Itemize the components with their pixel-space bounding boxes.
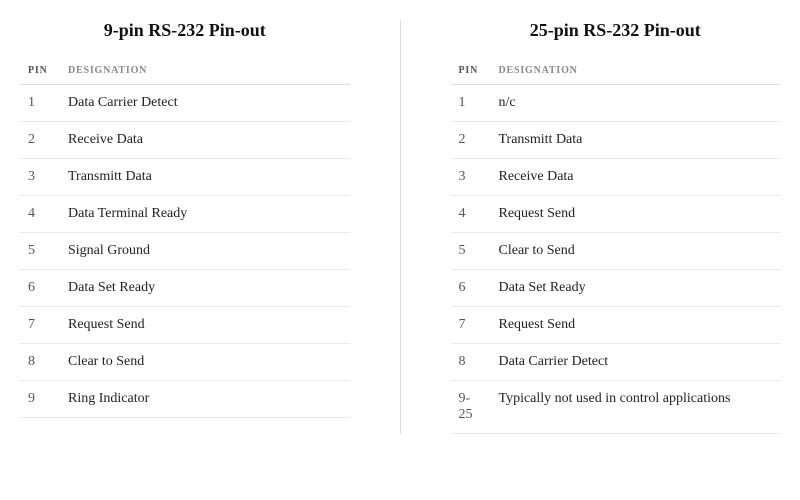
- designation-cell: Data Carrier Detect: [491, 344, 781, 381]
- table-row: 6 Data Set Ready: [451, 270, 781, 307]
- designation-cell: Clear to Send: [60, 344, 350, 381]
- pin-cell: 5: [20, 233, 60, 270]
- table-row: 8 Clear to Send: [20, 344, 350, 381]
- pin-cell: 9: [20, 381, 60, 418]
- nine-pin-title: 9-pin RS-232 Pin-out: [20, 20, 350, 41]
- table-row: 1 Data Carrier Detect: [20, 85, 350, 122]
- designation-cell: Signal Ground: [60, 233, 350, 270]
- twentyfive-pin-table: PIN DESIGNATION 1 n/c 2 Transmitt Data 3…: [451, 59, 781, 434]
- twentyfive-pin-header-row: PIN DESIGNATION: [451, 59, 781, 85]
- designation-cell: Receive Data: [60, 122, 350, 159]
- table-row: 4 Data Terminal Ready: [20, 196, 350, 233]
- nine-pin-table: PIN DESIGNATION 1 Data Carrier Detect 2 …: [20, 59, 350, 418]
- table-row: 8 Data Carrier Detect: [451, 344, 781, 381]
- pin-cell: 6: [451, 270, 491, 307]
- pin-cell: 5: [451, 233, 491, 270]
- pin-cell: 4: [20, 196, 60, 233]
- designation-cell: Clear to Send: [491, 233, 781, 270]
- nine-pin-col-designation: DESIGNATION: [60, 59, 350, 85]
- designation-cell: n/c: [491, 85, 781, 122]
- pin-cell: 7: [451, 307, 491, 344]
- nine-pin-section: 9-pin RS-232 Pin-out PIN DESIGNATION 1 D…: [20, 20, 350, 434]
- table-row: 2 Receive Data: [20, 122, 350, 159]
- twentyfive-pin-tbody: 1 n/c 2 Transmitt Data 3 Receive Data 4 …: [451, 85, 781, 434]
- pin-cell: 2: [20, 122, 60, 159]
- table-row: 2 Transmitt Data: [451, 122, 781, 159]
- table-row: 4 Request Send: [451, 196, 781, 233]
- designation-cell: Receive Data: [491, 159, 781, 196]
- nine-pin-col-pin: PIN: [20, 59, 60, 85]
- pin-cell: 7: [20, 307, 60, 344]
- pin-cell: 6: [20, 270, 60, 307]
- designation-cell: Typically not used in control applicatio…: [491, 381, 781, 434]
- designation-cell: Request Send: [491, 196, 781, 233]
- twentyfive-pin-col-designation: DESIGNATION: [491, 59, 781, 85]
- designation-cell: Transmitt Data: [491, 122, 781, 159]
- designation-cell: Request Send: [60, 307, 350, 344]
- designation-cell: Transmitt Data: [60, 159, 350, 196]
- vertical-divider: [400, 20, 401, 434]
- twentyfive-pin-title: 25-pin RS-232 Pin-out: [451, 20, 781, 41]
- designation-cell: Data Set Ready: [491, 270, 781, 307]
- pin-cell: 8: [451, 344, 491, 381]
- table-row: 5 Clear to Send: [451, 233, 781, 270]
- page-container: 9-pin RS-232 Pin-out PIN DESIGNATION 1 D…: [20, 20, 780, 434]
- designation-cell: Request Send: [491, 307, 781, 344]
- table-row: 9-25 Typically not used in control appli…: [451, 381, 781, 434]
- table-row: 9 Ring Indicator: [20, 381, 350, 418]
- pin-cell: 8: [20, 344, 60, 381]
- table-row: 3 Receive Data: [451, 159, 781, 196]
- pin-cell: 2: [451, 122, 491, 159]
- designation-cell: Ring Indicator: [60, 381, 350, 418]
- designation-cell: Data Terminal Ready: [60, 196, 350, 233]
- pin-cell: 1: [20, 85, 60, 122]
- table-row: 3 Transmitt Data: [20, 159, 350, 196]
- designation-cell: Data Carrier Detect: [60, 85, 350, 122]
- pin-cell: 3: [451, 159, 491, 196]
- pin-cell: 3: [20, 159, 60, 196]
- pin-cell: 4: [451, 196, 491, 233]
- table-row: 7 Request Send: [20, 307, 350, 344]
- table-row: 6 Data Set Ready: [20, 270, 350, 307]
- table-row: 5 Signal Ground: [20, 233, 350, 270]
- table-row: 1 n/c: [451, 85, 781, 122]
- twentyfive-pin-section: 25-pin RS-232 Pin-out PIN DESIGNATION 1 …: [451, 20, 781, 434]
- nine-pin-header-row: PIN DESIGNATION: [20, 59, 350, 85]
- twentyfive-pin-col-pin: PIN: [451, 59, 491, 85]
- pin-cell: 9-25: [451, 381, 491, 434]
- pin-cell: 1: [451, 85, 491, 122]
- designation-cell: Data Set Ready: [60, 270, 350, 307]
- nine-pin-tbody: 1 Data Carrier Detect 2 Receive Data 3 T…: [20, 85, 350, 418]
- table-row: 7 Request Send: [451, 307, 781, 344]
